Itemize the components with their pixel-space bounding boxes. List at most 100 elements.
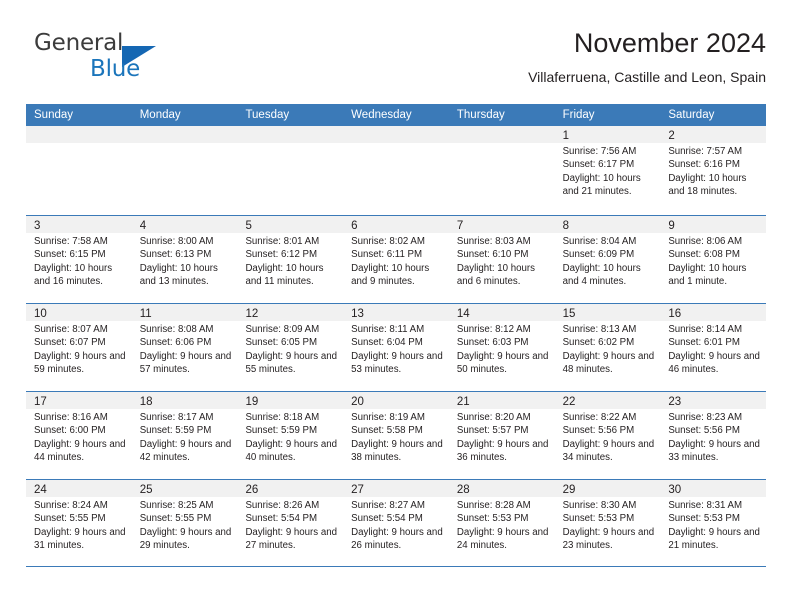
- sunset-text: Sunset: 5:56 PM: [668, 425, 740, 437]
- day-number-band: 27: [343, 480, 449, 497]
- calendar-day-cell[interactable]: 30 Sunrise: 8:31 AM Sunset: 5:53 PM Dayligh…: [660, 480, 767, 566]
- calendar-day-cell[interactable]: 23 Sunrise: 8:23 AM Sunset: 5:56 PM Dayligh…: [660, 392, 767, 479]
- sunset-text: Sunset: 6:00 PM: [34, 425, 106, 437]
- daylight-text: Daylight: 9 hours and 44 minutes.: [34, 438, 126, 463]
- calendar-day-cell[interactable]: 27 Sunrise: 8:27 AM Sunset: 5:54 PM Dayligh…: [343, 480, 449, 566]
- calendar-day-cell[interactable]: 12 Sunrise: 8:09 AM Sunset: 6:05 PM Dayligh…: [237, 304, 344, 391]
- day-number: 10: [34, 308, 47, 320]
- day-number: 29: [562, 484, 576, 496]
- sunrise-text: Sunrise: 8:19 AM: [351, 412, 425, 423]
- calendar-day-cell[interactable]: 28 Sunrise: 8:28 AM Sunset: 5:53 PM Dayligh…: [448, 480, 555, 566]
- sunset-text: Sunset: 5:56 PM: [562, 425, 635, 437]
- daylight-text: Daylight: 10 hours and 21 minutes.: [562, 172, 641, 197]
- daylight-text: Daylight: 9 hours and 21 minutes.: [668, 526, 760, 551]
- sunrise-text: Sunrise: 8:11 AM: [351, 324, 425, 335]
- daylight-text: Daylight: 10 hours and 4 minutes.: [562, 262, 641, 287]
- day-number: 20: [351, 396, 364, 408]
- daylight-text: Daylight: 10 hours and 1 minute.: [668, 262, 747, 287]
- brand-name-general: General: [34, 30, 124, 56]
- sunset-text: Sunset: 6:12 PM: [245, 249, 318, 261]
- calendar-day-cell-empty: [131, 126, 238, 215]
- sunrise-text: Sunrise: 8:04 AM: [562, 236, 637, 247]
- calendar-day-cell[interactable]: 16 Sunrise: 8:14 AM Sunset: 6:01 PM Dayligh…: [660, 304, 767, 391]
- calendar-day-cell[interactable]: 18 Sunrise: 8:17 AM Sunset: 5:59 PM Dayligh…: [131, 392, 238, 479]
- day-sun-info: Sunrise: 8:24 AM Sunset: 5:55 PM Daylight:…: [26, 497, 132, 552]
- calendar-day-cell[interactable]: 10 Sunrise: 8:07 AM Sunset: 6:07 PM Dayligh…: [26, 304, 132, 391]
- calendar-day-cell[interactable]: 7 Sunrise: 8:03 AM Sunset: 6:10 PM Daylight…: [448, 216, 555, 303]
- sunrise-text: Sunrise: 8:27 AM: [351, 500, 425, 511]
- calendar-day-cell[interactable]: 11 Sunrise: 8:08 AM Sunset: 6:06 PM Dayligh…: [131, 304, 238, 391]
- calendar-day-cell[interactable]: 2 Sunrise: 7:57 AM Sunset: 6:16 PM Daylight…: [660, 126, 767, 215]
- calendar-day-cell[interactable]: 19 Sunrise: 8:18 AM Sunset: 5:59 PM Dayligh…: [237, 392, 344, 479]
- calendar-page: General Blue November 2024 Villaferruena…: [0, 0, 792, 612]
- day-number-band: [131, 126, 238, 143]
- sunset-text: Sunset: 6:15 PM: [34, 249, 106, 261]
- calendar-day-cell[interactable]: 3 Sunrise: 7:58 AM Sunset: 6:15 PM Daylight…: [26, 216, 132, 303]
- sunset-text: Sunset: 5:53 PM: [456, 513, 529, 525]
- brand-logo[interactable]: General Blue: [26, 30, 246, 88]
- day-number-band: 28: [448, 480, 555, 497]
- day-sun-info: Sunrise: 8:31 AM Sunset: 5:53 PM Daylight:…: [660, 497, 766, 552]
- sunset-text: Sunset: 6:13 PM: [139, 249, 212, 261]
- sunrise-text: Sunrise: 8:20 AM: [456, 412, 531, 423]
- day-number: 7: [456, 220, 464, 232]
- day-number: 23: [668, 396, 682, 408]
- calendar-day-cell[interactable]: 14 Sunrise: 8:12 AM Sunset: 6:03 PM Dayligh…: [448, 304, 555, 391]
- daylight-text: Daylight: 9 hours and 48 minutes.: [562, 350, 655, 375]
- weekday-header-wednesday: Wednesday: [351, 109, 412, 121]
- weekday-header-row: Sunday Monday Tuesday Wednesday Thursday Frid…: [26, 104, 766, 126]
- sunset-text: Sunset: 6:02 PM: [562, 337, 635, 349]
- sunset-text: Sunset: 5:55 PM: [139, 513, 212, 525]
- calendar-day-cell[interactable]: 20 Sunrise: 8:19 AM Sunset: 5:58 PM Dayligh…: [343, 392, 449, 479]
- calendar-day-cell[interactable]: 9 Sunrise: 8:06 AM Sunset: 6:08 PM Daylight…: [660, 216, 767, 303]
- day-sun-info: Sunrise: 8:11 AM Sunset: 6:04 PM Daylight:…: [343, 321, 449, 376]
- calendar-day-cell[interactable]: 5 Sunrise: 8:01 AM Sunset: 6:12 PM Daylight…: [237, 216, 344, 303]
- calendar-day-cell[interactable]: 8 Sunrise: 8:04 AM Sunset: 6:09 PM Daylight…: [554, 216, 661, 303]
- calendar-day-cell[interactable]: 24 Sunrise: 8:24 AM Sunset: 5:55 PM Dayligh…: [26, 480, 132, 566]
- sunset-text: Sunset: 5:53 PM: [668, 513, 740, 525]
- calendar-week-row: 1 Sunrise: 7:56 AM Sunset: 6:17 PM Daylight…: [26, 126, 767, 215]
- day-sun-info: Sunrise: 8:09 AM Sunset: 6:05 PM Daylight:…: [237, 321, 343, 376]
- calendar-day-cell[interactable]: 13 Sunrise: 8:11 AM Sunset: 6:04 PM Dayligh…: [343, 304, 449, 391]
- calendar-week-row: 24 Sunrise: 8:24 AM Sunset: 5:55 PM Dayligh…: [26, 479, 767, 567]
- calendar-day-cell[interactable]: 22 Sunrise: 8:22 AM Sunset: 5:56 PM Dayligh…: [554, 392, 661, 479]
- calendar-day-cell[interactable]: 26 Sunrise: 8:26 AM Sunset: 5:54 PM Dayligh…: [237, 480, 344, 566]
- sunset-text: Sunset: 6:08 PM: [668, 249, 740, 261]
- day-number-band: 11: [131, 304, 238, 321]
- calendar-grid: Sunday Monday Tuesday Wednesday Thursday Frid…: [26, 104, 767, 567]
- day-sun-info: Sunrise: 8:17 AM Sunset: 5:59 PM Daylight:…: [132, 409, 238, 464]
- day-number-band: 23: [660, 392, 767, 409]
- sunset-text: Sunset: 6:11 PM: [351, 249, 423, 261]
- day-number: 6: [351, 220, 358, 232]
- sunrise-text: Sunrise: 7:57 AM: [668, 146, 743, 157]
- calendar-day-cell[interactable]: 15 Sunrise: 8:13 AM Sunset: 6:02 PM Dayligh…: [554, 304, 661, 391]
- day-number-band: 9: [660, 216, 767, 233]
- calendar-day-cell[interactable]: 29 Sunrise: 8:30 AM Sunset: 5:53 PM Dayligh…: [554, 480, 661, 566]
- sunrise-text: Sunrise: 8:14 AM: [668, 324, 743, 335]
- calendar-day-cell[interactable]: 1 Sunrise: 7:56 AM Sunset: 6:17 PM Daylight…: [554, 126, 661, 215]
- calendar-week-row: 3 Sunrise: 7:58 AM Sunset: 6:15 PM Daylight…: [26, 215, 767, 303]
- day-number-band: 1: [554, 126, 661, 143]
- calendar-day-cell[interactable]: 21 Sunrise: 8:20 AM Sunset: 5:57 PM Dayligh…: [448, 392, 555, 479]
- sunrise-text: Sunrise: 7:58 AM: [34, 236, 108, 247]
- day-number: 3: [34, 220, 41, 232]
- sunrise-text: Sunrise: 8:09 AM: [245, 324, 320, 335]
- day-sun-info: Sunrise: 7:57 AM Sunset: 6:16 PM Daylight:…: [660, 143, 766, 198]
- calendar-day-cell[interactable]: 6 Sunrise: 8:02 AM Sunset: 6:11 PM Daylight…: [343, 216, 449, 303]
- sunset-text: Sunset: 6:09 PM: [562, 249, 635, 261]
- sunrise-text: Sunrise: 8:31 AM: [668, 500, 743, 511]
- sunrise-text: Sunrise: 8:02 AM: [351, 236, 425, 247]
- day-number-band: 21: [448, 392, 555, 409]
- day-sun-info: Sunrise: 8:01 AM Sunset: 6:12 PM Daylight:…: [237, 233, 343, 288]
- sunrise-text: Sunrise: 8:03 AM: [456, 236, 531, 247]
- calendar-day-cell[interactable]: 17 Sunrise: 8:16 AM Sunset: 6:00 PM Dayligh…: [26, 392, 132, 479]
- weekday-header-thursday: Thursday: [456, 109, 505, 121]
- calendar-day-cell[interactable]: 4 Sunrise: 8:00 AM Sunset: 6:13 PM Daylight…: [131, 216, 238, 303]
- calendar-day-cell-empty: [26, 126, 132, 215]
- calendar-day-cell[interactable]: 25 Sunrise: 8:25 AM Sunset: 5:55 PM Dayligh…: [131, 480, 238, 566]
- day-number-band: 8: [554, 216, 661, 233]
- day-number-band: 19: [237, 392, 344, 409]
- daylight-text: Daylight: 9 hours and 40 minutes.: [245, 438, 337, 463]
- day-number: 24: [34, 484, 47, 496]
- day-number-band: 2: [660, 126, 767, 143]
